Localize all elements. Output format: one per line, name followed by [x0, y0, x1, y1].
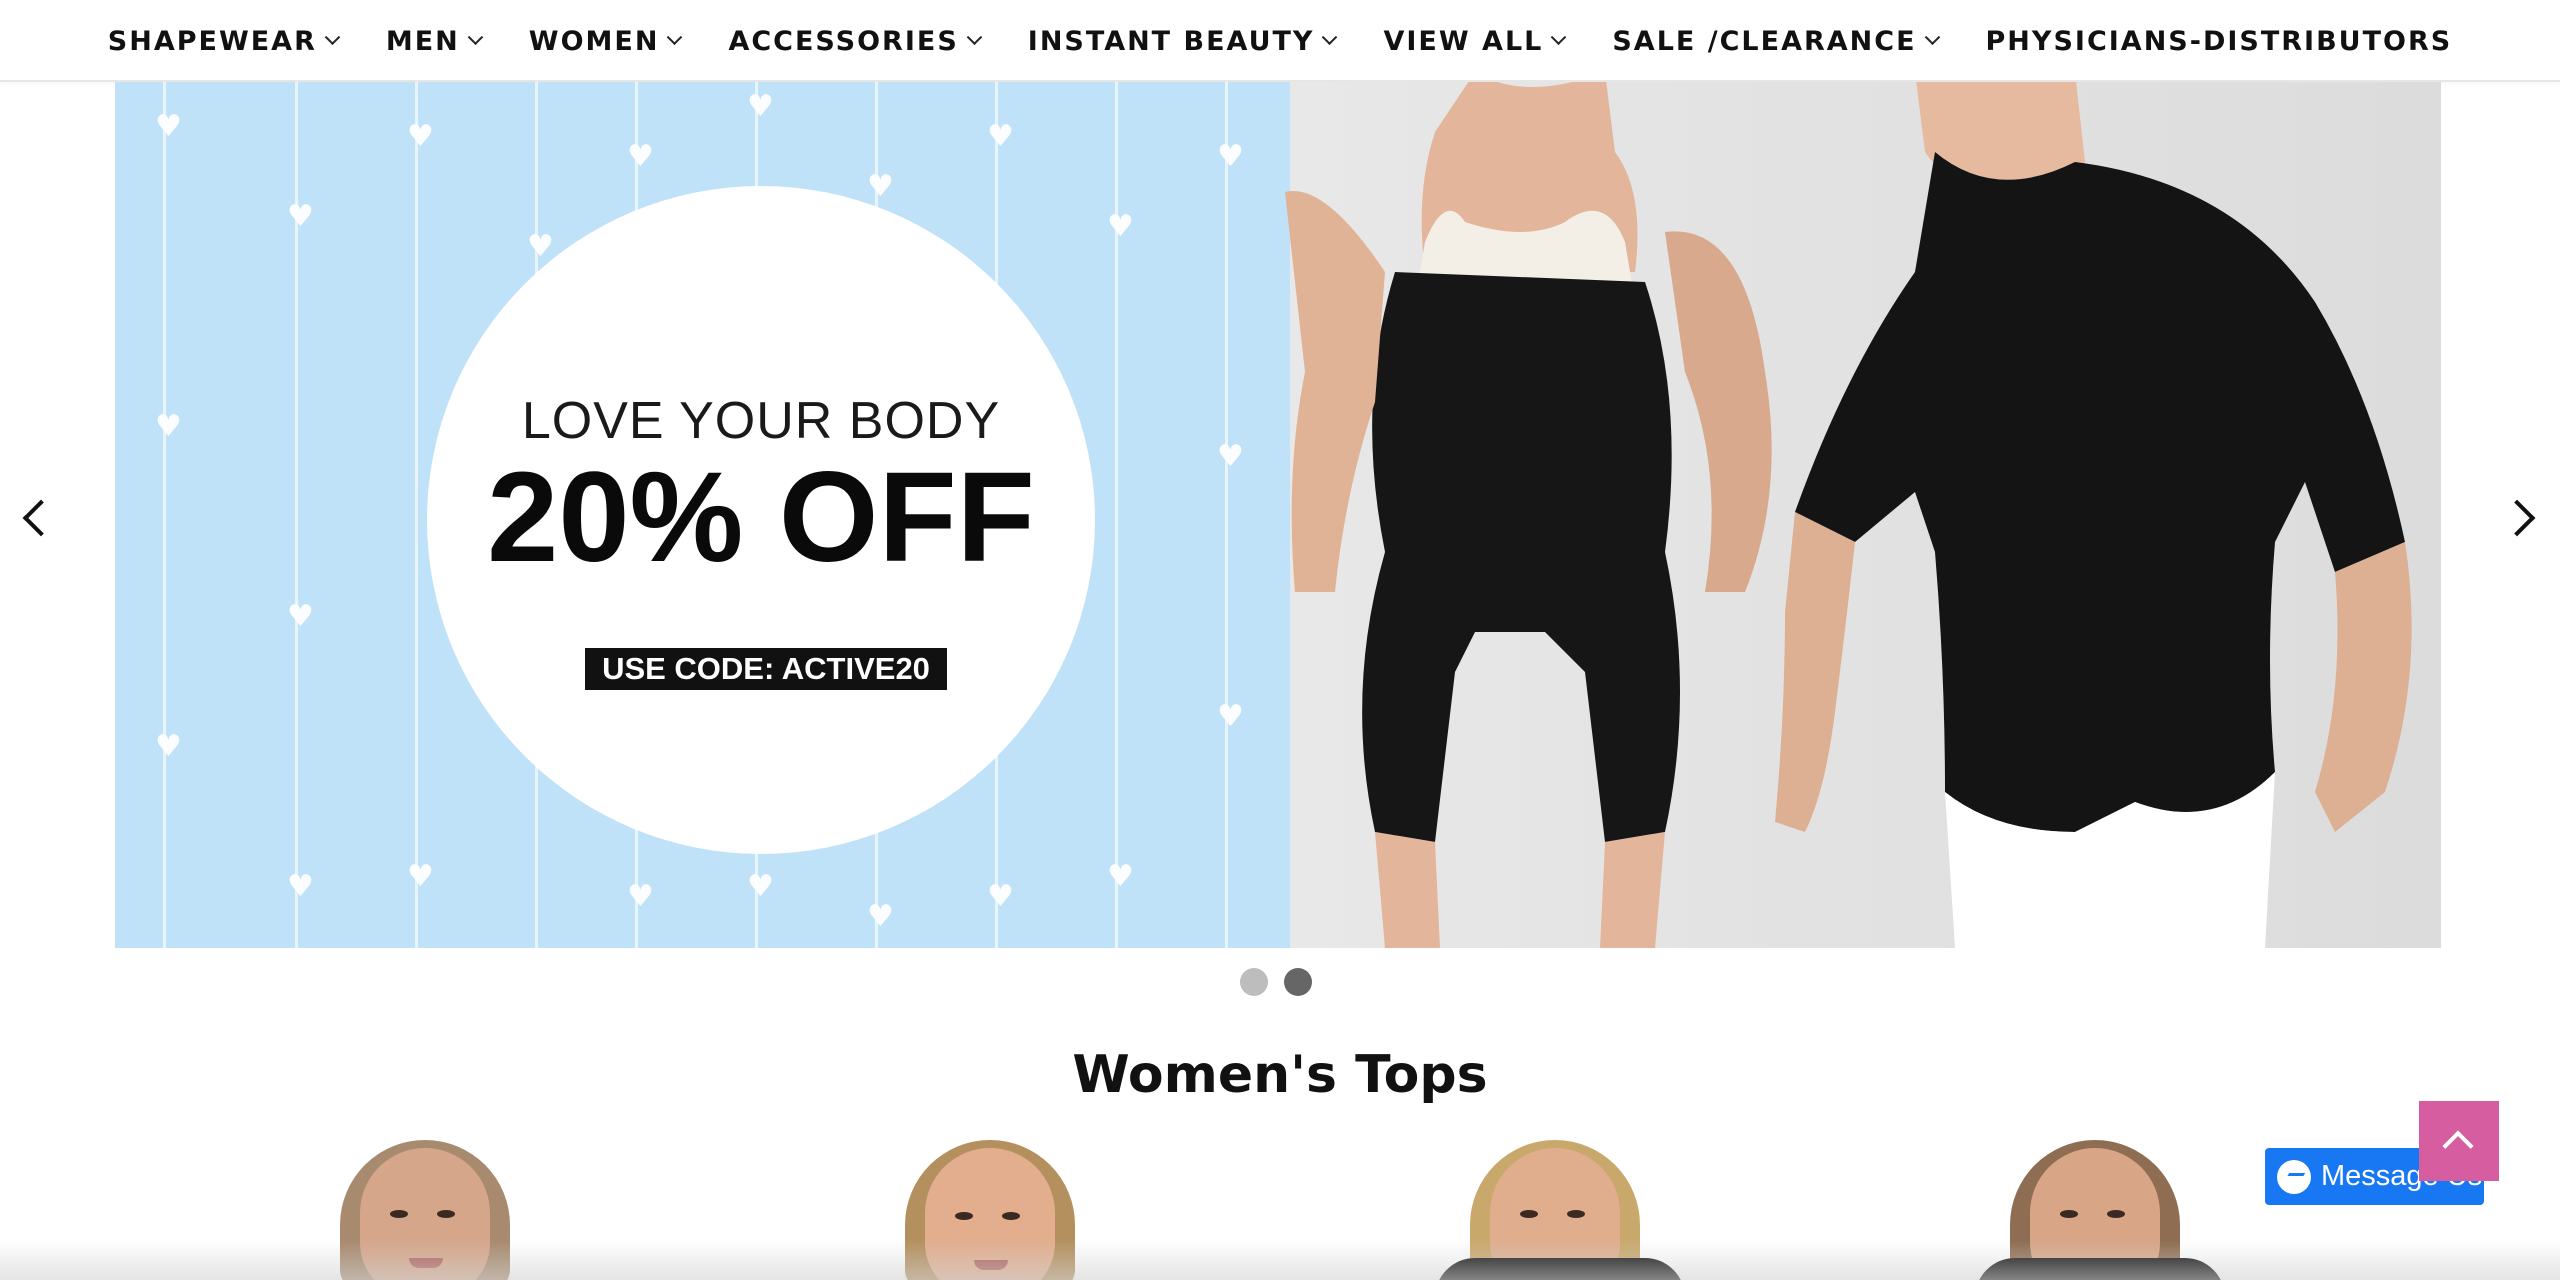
main-navigation: SHAPEWEAR MEN WOMEN ACCESSORIES INSTANT … [0, 0, 2560, 82]
chevron-left-icon [22, 499, 60, 537]
chevron-down-icon [966, 28, 983, 45]
nav-item-shapewear[interactable]: SHAPEWEAR [84, 0, 362, 82]
chevron-down-icon [1924, 28, 1940, 45]
nav-item-label: ACCESSORIES [728, 25, 959, 57]
messenger-icon [2277, 1159, 2311, 1194]
hero-slide[interactable]: ♥ ♥ ♥ ♥ ♥ ♥ ♥ ♥ ♥ ♥ ♥ ♥ ♥ ♥ ♥ ♥ ♥ ♥ ♥ ♥ ♥ ♥ LOVE YO… [115, 82, 2441, 948]
arrow-up-icon [2442, 1130, 2474, 1162]
nav-item-men[interactable]: MEN [362, 0, 505, 82]
promo-code-label: USE CODE: ACTIVE20 [585, 648, 947, 690]
carousel-next-button[interactable] [2498, 495, 2546, 541]
nav-item-physicians-distributors[interactable]: PHYSICIANS-DISTRIBUTORS [1962, 0, 2477, 82]
promo-tagline: LOVE YOUR BODY [521, 392, 1001, 450]
nav-item-instant-beauty[interactable]: INSTANT BEAUTY [1004, 0, 1360, 82]
section-title: Women's Tops [1072, 1045, 1488, 1105]
nav-item-label: SHAPEWEAR [107, 25, 317, 57]
nav-item-label: SALE /CLEARANCE [1612, 25, 1917, 57]
carousel-pagination [1240, 968, 1312, 996]
promo-discount: 20% OFF [487, 446, 1035, 589]
nav-item-label: PHYSICIANS-DISTRIBUTORS [1985, 25, 2453, 57]
chevron-down-icon [324, 28, 341, 45]
nav-item-accessories[interactable]: ACCESSORIES [704, 0, 1003, 82]
carousel-dot-1[interactable] [1240, 968, 1268, 996]
chevron-down-icon [667, 28, 683, 45]
nav-item-women[interactable]: WOMEN [505, 0, 705, 82]
chevron-down-icon [467, 28, 484, 45]
chevron-down-icon [1551, 28, 1567, 45]
carousel-prev-button[interactable] [12, 495, 60, 541]
nav-item-sale-clearance[interactable]: SALE /CLEARANCE [1588, 0, 1961, 82]
model-man-image [1775, 82, 2412, 948]
chevron-down-icon [1322, 28, 1338, 45]
page-fold-shadow [0, 1240, 2560, 1280]
nav-item-label: WOMEN [528, 25, 660, 57]
hero-background-hearts: ♥ ♥ ♥ ♥ ♥ ♥ ♥ ♥ ♥ ♥ ♥ ♥ ♥ ♥ ♥ ♥ ♥ ♥ ♥ ♥ ♥ ♥ LOVE YO… [115, 82, 1290, 948]
chevron-right-icon [2498, 499, 2536, 537]
promo-badge: LOVE YOUR BODY 20% OFF USE CODE: ACTIVE2… [427, 186, 1095, 854]
nav-item-label: INSTANT BEAUTY [1027, 25, 1315, 57]
carousel-dot-2[interactable] [1284, 968, 1312, 996]
nav-menu: SHAPEWEAR MEN WOMEN ACCESSORIES INSTANT … [0, 0, 2560, 82]
nav-item-view-all[interactable]: VIEW ALL [1359, 0, 1588, 82]
nav-item-label: MEN [385, 25, 460, 57]
back-to-top-button[interactable] [2419, 1101, 2499, 1181]
nav-item-label: VIEW ALL [1383, 25, 1544, 57]
